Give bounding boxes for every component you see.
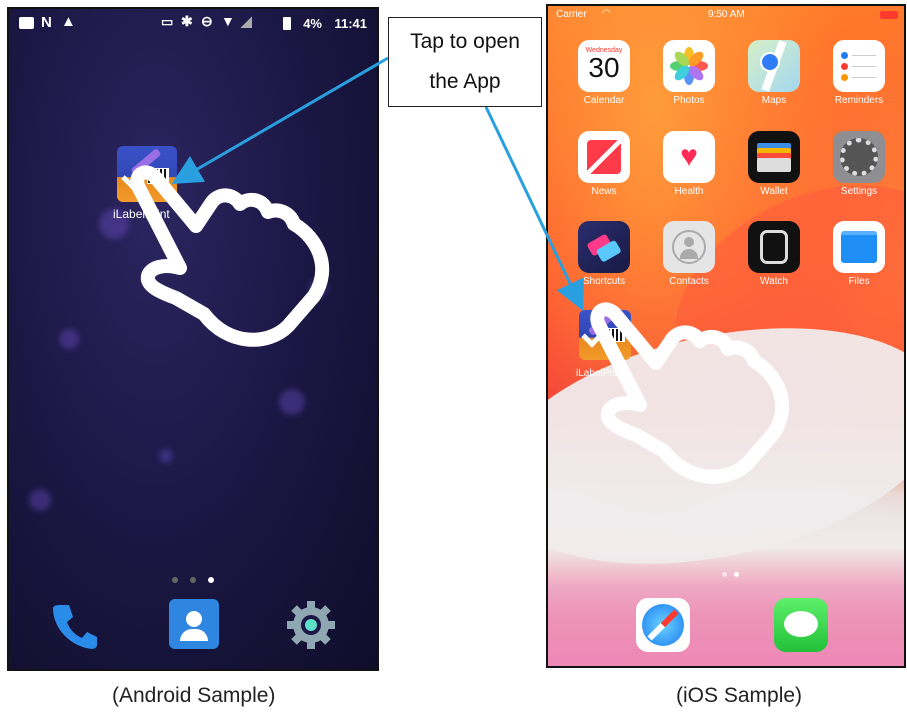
arrow-to-android-app: [171, 56, 389, 185]
arrow-to-ios-app: [484, 106, 584, 311]
ios-caption: (iOS Sample): [676, 684, 803, 707]
callout-line-2: the App: [429, 70, 501, 93]
callout-box: Tap to open the App: [388, 17, 542, 107]
callout-line-1: Tap to open: [410, 30, 520, 53]
pointing-hand-icon: [590, 302, 790, 484]
android-caption: (Android Sample): [112, 684, 276, 707]
pointing-hand-icon: [130, 165, 330, 347]
